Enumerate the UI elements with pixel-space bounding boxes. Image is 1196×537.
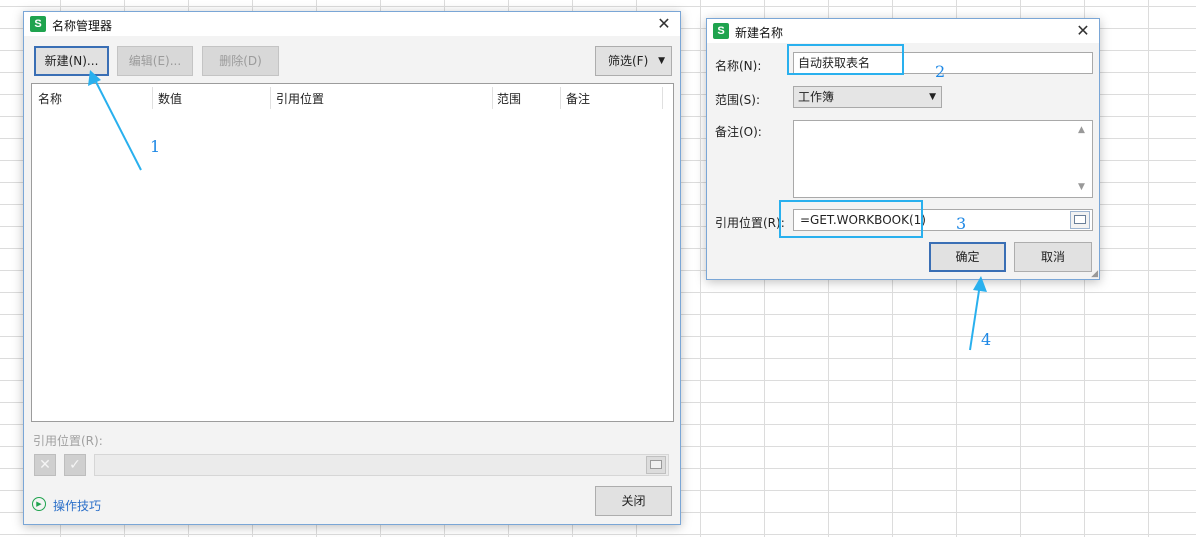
new-name-titlebar: S 新建名称 ✕ — [707, 19, 1099, 43]
filter-label: 筛选(F) — [608, 54, 649, 68]
column-header-scope[interactable]: 范围 — [497, 90, 521, 107]
wps-app-icon: S — [30, 16, 46, 32]
step-number-4: 4 — [981, 330, 992, 349]
scope-label: 范围(S): — [715, 93, 761, 107]
arrow-step4-line — [969, 283, 981, 351]
range-select-glyph — [650, 460, 662, 469]
refers-to-label: 引用位置(R): — [715, 216, 785, 230]
cancel-button[interactable]: 取消 — [1014, 242, 1092, 272]
column-divider — [662, 87, 663, 109]
play-circle-icon: ▶ — [32, 497, 46, 511]
comment-textarea[interactable] — [793, 120, 1093, 198]
range-select-icon[interactable] — [1070, 211, 1090, 229]
ok-button[interactable]: 确定 — [929, 242, 1006, 272]
edit-name-button[interactable]: 编辑(E)... — [117, 46, 193, 76]
range-select-glyph — [1074, 215, 1086, 224]
scroll-down-icon[interactable]: ▼ — [1078, 182, 1085, 192]
resize-grip-icon[interactable]: ◢ — [1091, 270, 1098, 279]
dialog-title: 新建名称 — [735, 26, 784, 40]
chevron-down-icon: ▼ — [929, 92, 936, 102]
column-divider — [492, 87, 493, 109]
names-list[interactable]: 名称 数值 引用位置 范围 备注 — [31, 83, 674, 422]
close-icon[interactable]: ✕ — [654, 14, 674, 34]
comment-label: 备注(O): — [715, 125, 762, 139]
delete-name-button[interactable]: 删除(D) — [202, 46, 279, 76]
name-manager-dialog: S 名称管理器 ✕ 新建(N)... 编辑(E)... 删除(D) 筛选(F) … — [23, 11, 681, 525]
name-manager-titlebar: S 名称管理器 ✕ — [24, 12, 680, 36]
range-select-icon[interactable] — [646, 456, 666, 474]
step-number-2: 2 — [935, 62, 946, 81]
column-divider — [152, 87, 153, 109]
scope-value: 工作簿 — [798, 90, 835, 104]
step-number-3: 3 — [956, 214, 967, 233]
refers-to-input[interactable] — [94, 454, 669, 476]
scroll-up-icon[interactable]: ▲ — [1078, 125, 1085, 135]
filter-button[interactable]: 筛选(F) ▼ — [595, 46, 672, 76]
refers-to-label: 引用位置(R): — [33, 434, 103, 448]
dialog-title: 名称管理器 — [52, 19, 113, 33]
scope-select[interactable]: 工作簿 ▼ — [793, 86, 942, 108]
chevron-down-icon: ▼ — [658, 56, 665, 66]
cancel-edit-button[interactable]: ✕ — [34, 454, 56, 476]
tips-link-label: 操作技巧 — [53, 499, 102, 513]
column-header-refers-to[interactable]: 引用位置 — [276, 90, 324, 107]
column-header-value[interactable]: 数值 — [158, 90, 182, 107]
close-button[interactable]: 关闭 — [595, 486, 672, 516]
column-divider — [270, 87, 271, 109]
confirm-edit-button[interactable]: ✓ — [64, 454, 86, 476]
column-divider — [560, 87, 561, 109]
new-name-button[interactable]: 新建(N)... — [34, 46, 109, 76]
check-icon: ✓ — [69, 457, 81, 473]
column-header-comment[interactable]: 备注 — [566, 90, 590, 107]
highlight-name-input — [787, 44, 904, 75]
column-header-name[interactable]: 名称 — [38, 90, 62, 107]
wps-app-icon: S — [713, 23, 729, 39]
x-icon: ✕ — [39, 457, 51, 473]
highlight-refers-to-input — [779, 200, 923, 238]
step-number-1: 1 — [150, 137, 161, 156]
name-label: 名称(N): — [715, 59, 762, 73]
close-icon[interactable]: ✕ — [1073, 21, 1093, 41]
